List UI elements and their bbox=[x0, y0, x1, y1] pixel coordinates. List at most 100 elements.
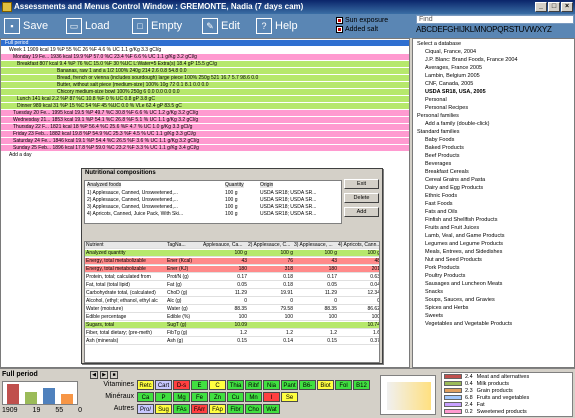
list-item[interactable]: 2) Applesauce, Canned, Unsweetened,... bbox=[87, 197, 178, 203]
food-tree-item[interactable]: Breakfast Cereals bbox=[425, 169, 469, 176]
plan-row[interactable]: Breakfast 807 kcal 9.4 %P 76 %C 15.0 %F … bbox=[1, 61, 409, 67]
nutrient-button[interactable]: Fibr bbox=[227, 404, 244, 414]
nutrient-button[interactable]: E bbox=[191, 380, 208, 390]
food-tree-item[interactable]: CNF, Canada, 2005 bbox=[425, 81, 473, 88]
food-tree-item[interactable]: Finfish and Shellfish Products bbox=[425, 217, 497, 224]
plan-row[interactable]: Full period bbox=[1, 40, 409, 46]
food-tree-item[interactable]: Fruits and Fruit Juices bbox=[425, 225, 479, 232]
food-tree-item[interactable]: Add a family (double-click) bbox=[425, 121, 490, 128]
food-tree-item[interactable]: Meals, Entrees, and Sidedishes bbox=[425, 249, 502, 256]
food-tree-item[interactable]: J.P. Blanc: Brand Foods, France 2004 bbox=[425, 57, 518, 64]
table-row[interactable]: Edible percentage Edible (%) 100 100 100 100 bbox=[85, 314, 379, 321]
nutrient-grid[interactable]: Nutrient TagNa... Applesauce, Ca... 2) Appl… bbox=[84, 241, 380, 363]
nutrient-button[interactable]: Mg bbox=[173, 392, 190, 402]
food-tree-item[interactable]: Lamb, Veal, and Game Products bbox=[425, 233, 505, 240]
list-item[interactable]: USDA SR18; USDA SR... bbox=[260, 197, 316, 203]
list-item[interactable]: 100 g bbox=[225, 190, 238, 196]
table-row[interactable]: Energy, total metabolizable Ener (Kcal) 43… bbox=[85, 258, 379, 265]
plan-row[interactable]: Bread, french or vienna (includes sourdo… bbox=[1, 75, 409, 81]
help-button[interactable]: ? Help bbox=[256, 16, 298, 36]
list-item[interactable]: 100 g bbox=[225, 197, 238, 203]
add-button[interactable]: Add bbox=[344, 207, 379, 217]
list-item[interactable]: 3) Applesauce, Canned, Unsweetened,... bbox=[87, 204, 178, 210]
table-row[interactable]: Ash (minerals) Ash (g) 0.15 0.14 0.15 0.37 bbox=[85, 338, 379, 345]
food-tree-item[interactable]: Sausages and Luncheon Meats bbox=[425, 281, 502, 288]
edit-button[interactable]: ✎ Edit bbox=[202, 16, 240, 36]
table-row[interactable]: Energy, total metabolizable Ener (KJ) 180 3… bbox=[85, 266, 379, 273]
plan-row[interactable]: Add a day bbox=[1, 152, 409, 158]
food-tree-item[interactable]: Spices and Herbs bbox=[425, 305, 468, 312]
nutrient-button[interactable]: Fol bbox=[335, 380, 352, 390]
nutrient-button[interactable]: Cu bbox=[227, 392, 244, 402]
food-tree-item[interactable]: Nut and Seed Products bbox=[425, 257, 482, 264]
plan-row[interactable]: Monday 19 Fe... 1936 kcal 19.9 %P 57.0 %… bbox=[1, 54, 409, 60]
nutrient-button[interactable]: Se bbox=[281, 392, 298, 402]
table-row[interactable]: Carbohydrate total, (calculated) ChoD (g)… bbox=[85, 290, 379, 297]
grid-column-header[interactable]: Nutrient bbox=[86, 242, 166, 249]
food-tree-item[interactable]: Personal Recipes bbox=[425, 105, 468, 112]
food-tree-item[interactable]: Lambin, Belgium 2005 bbox=[425, 73, 480, 80]
sun-exposure-checkbox[interactable]: Sun exposure bbox=[336, 17, 388, 24]
nutrient-button[interactable]: Zn bbox=[209, 392, 226, 402]
nutrient-button[interactable]: B12 bbox=[353, 380, 370, 390]
alphabet-index[interactable]: ABCDEFGHIJKLMNOPQRSTUVWXYZ bbox=[416, 25, 575, 34]
plan-row[interactable]: Friday 23 Feb... 1882 kcal 19.8 %P 54.9 … bbox=[1, 131, 409, 137]
save-button[interactable]: ▪ Save bbox=[4, 16, 48, 36]
table-row[interactable]: Alcohol, (ethyl; ethanol, ethyl alc Alc (… bbox=[85, 298, 379, 305]
plan-row[interactable]: Dinner 989 kcal 31 %P 15 %C 54 %F 45 %UC… bbox=[1, 103, 409, 109]
food-tree-item[interactable]: Personal families bbox=[417, 113, 459, 120]
table-row[interactable]: Analyzed quantity 100 g 100 g 100 g 100 g bbox=[85, 250, 379, 257]
nutrient-button[interactable]: Retc bbox=[137, 380, 154, 390]
nutrient-button[interactable]: Pro/ bbox=[137, 404, 154, 414]
list-item[interactable]: 100 g bbox=[225, 204, 238, 210]
nutrient-button[interactable]: Ribf bbox=[245, 380, 262, 390]
nutrient-button[interactable]: Ca bbox=[137, 392, 154, 402]
rewind-icon[interactable]: ◀ bbox=[90, 371, 98, 379]
list-column-header[interactable]: Quantity bbox=[225, 182, 244, 188]
food-tree-item[interactable]: Baby Foods bbox=[425, 137, 454, 144]
table-row[interactable]: Fat, total (total lipid) Fat (g) 0.05 0.18 0… bbox=[85, 282, 379, 289]
close-icon[interactable]: × bbox=[561, 2, 573, 12]
food-tree-item[interactable]: USDA SR18, USA, 2005 bbox=[425, 89, 486, 96]
plan-row[interactable]: Saturday 24 Fe... 1846 kcal 19.1 %P 54.4… bbox=[1, 138, 409, 144]
list-column-header[interactable]: Origin bbox=[260, 182, 274, 188]
food-tree-item[interactable]: Ethnic Foods bbox=[425, 193, 457, 200]
list-item[interactable]: 4) Apricots, Canned, Juice Pack, With Sk… bbox=[87, 211, 183, 217]
empty-button[interactable]: □ Empty bbox=[132, 16, 182, 36]
list-item[interactable]: USDA SR18; USDA SR... bbox=[260, 190, 316, 196]
list-item[interactable]: 1) Applesauce, Canned, Unsweetened,... bbox=[87, 190, 178, 196]
load-button[interactable]: ▭ Load bbox=[66, 16, 109, 36]
analyzed-foods-list[interactable]: Analyzed foods Quantity Origin 1) Applesauc… bbox=[84, 180, 342, 224]
plan-row[interactable]: Bananas, raw 1 and a 1/2 100% 240g 214 2… bbox=[1, 68, 409, 74]
food-tree-item[interactable]: Legumes and Legume Products bbox=[425, 241, 503, 248]
food-tree-item[interactable]: Vegetables and Vegetable Products bbox=[425, 321, 512, 328]
food-tree-item[interactable]: Select a database bbox=[417, 41, 461, 48]
food-tree-item[interactable]: Fast Foods bbox=[425, 201, 453, 208]
nutrient-button[interactable]: B6- bbox=[299, 380, 316, 390]
nutrient-button[interactable]: FAp bbox=[209, 404, 226, 414]
food-tree-item[interactable]: Baked Products bbox=[425, 145, 464, 152]
plan-row[interactable]: Butter, without salt piece (medium-size)… bbox=[1, 82, 409, 88]
nutrient-button[interactable]: Thia bbox=[227, 380, 244, 390]
food-tree-item[interactable]: Pork Products bbox=[425, 265, 460, 272]
list-item[interactable]: USDA SR18; USDA SR... bbox=[260, 204, 316, 210]
grid-column-header[interactable]: 2) Applesauce, C... bbox=[248, 242, 293, 249]
food-tree-item[interactable]: Beverages bbox=[425, 161, 451, 168]
food-tree-item[interactable]: Personal bbox=[425, 97, 447, 104]
plan-row[interactable]: Week 1 1909 kcal 19 %P 55 %C 26 %F 4.6 %… bbox=[1, 47, 409, 53]
plan-row[interactable]: Sunday 25 Feb... 1896 kcal 17.8 %P 59.0 … bbox=[1, 145, 409, 151]
food-tree-item[interactable]: Beef Products bbox=[425, 153, 460, 160]
food-tree-item[interactable]: Poultry Products bbox=[425, 273, 465, 280]
list-item[interactable]: 100 g bbox=[225, 211, 238, 217]
nutrient-button[interactable]: C bbox=[209, 380, 226, 390]
grid-column-header[interactable]: 3) Applesauce, ... bbox=[294, 242, 337, 249]
grid-column-header[interactable]: Applesauce, Ca... bbox=[203, 242, 247, 249]
plan-row[interactable]: Lunch 141 kcal 2.2 %P 87 %C 10.8 %F 0 % … bbox=[1, 96, 409, 102]
play-icon[interactable]: ▶ bbox=[100, 371, 108, 379]
added-salt-checkbox[interactable]: Added salt bbox=[336, 26, 378, 33]
nutrient-button[interactable]: FAs bbox=[173, 404, 190, 414]
grid-column-header[interactable]: 4) Apricots, Cann... bbox=[338, 242, 379, 249]
food-tree-item[interactable]: Dairy and Egg Products bbox=[425, 185, 483, 192]
list-column-header[interactable]: Analyzed foods bbox=[87, 182, 122, 188]
nutrient-button[interactable]: Biot bbox=[317, 380, 334, 390]
